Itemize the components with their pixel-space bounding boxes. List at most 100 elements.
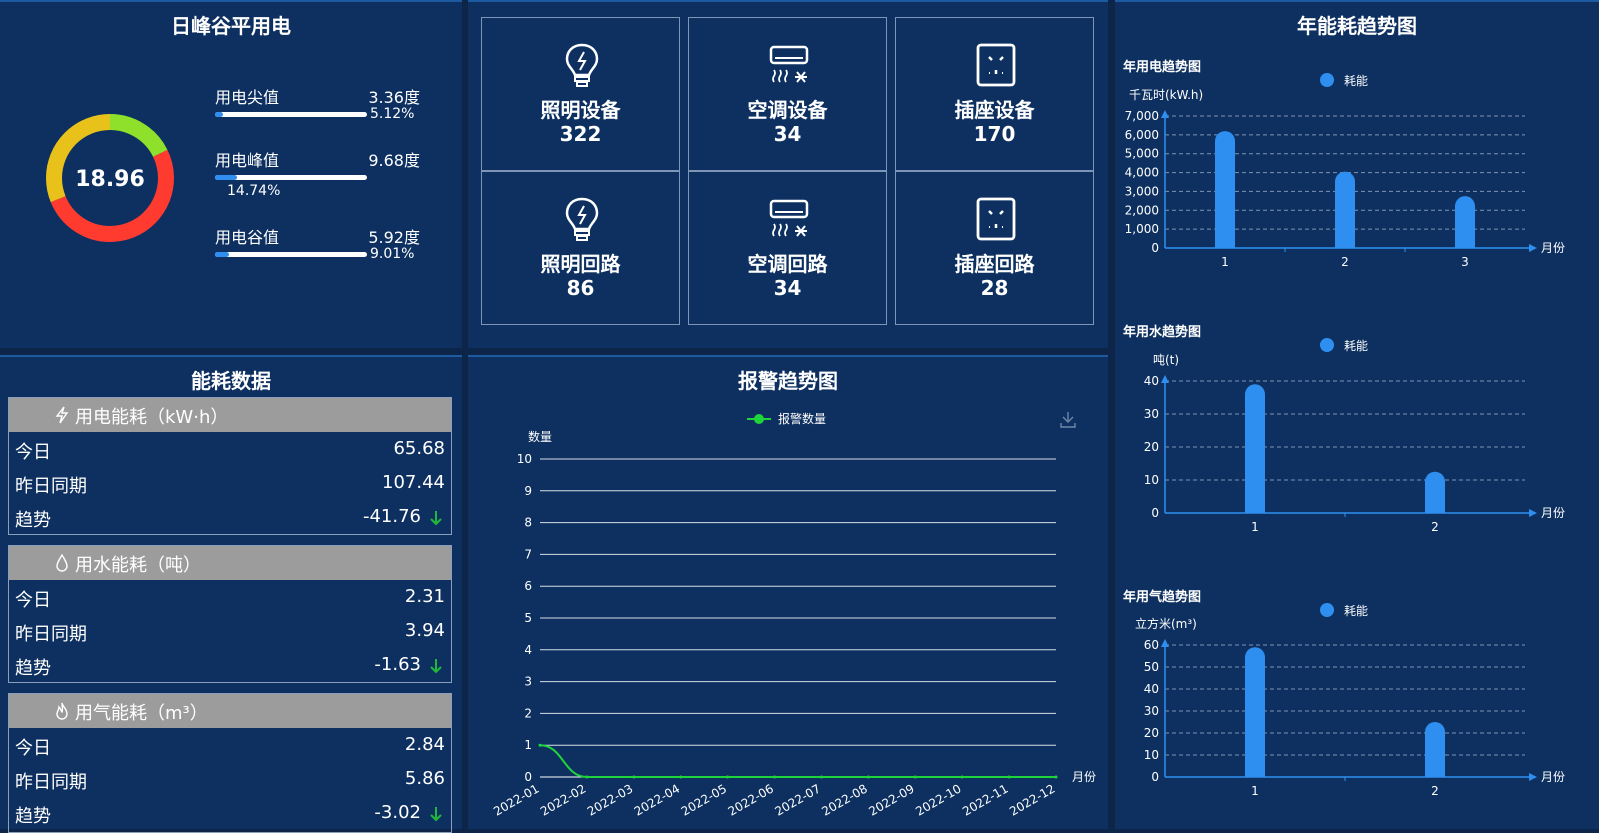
y-tick-label: 2,000 (1125, 203, 1159, 217)
pv-name: 用电尖值 (215, 88, 280, 107)
y-tick-label: 1,000 (1125, 222, 1159, 236)
data-point[interactable] (679, 775, 683, 779)
download-icon[interactable] (1060, 412, 1076, 428)
x-tick-label: 1 (1251, 520, 1259, 534)
electricity-energy-block: 用电能耗（kW·h） 今日 65.68 昨日同期 107.44 趋势 -41.76 (8, 397, 452, 535)
row-label: 趋势 (15, 658, 51, 679)
y-axis-label: 吨(t) (1153, 353, 1179, 367)
y-tick-label: 6 (524, 579, 532, 593)
peak-valley-title: 日峰谷平用电 (171, 14, 291, 38)
legend-marker[interactable] (1320, 338, 1334, 352)
device-panel: 照明设备 322 空调设备 34 插座设备 170 照明回路 86 空调回路 3… (468, 0, 1108, 348)
data-point[interactable] (632, 775, 636, 779)
y-tick-label: 1 (524, 738, 532, 752)
y-tick-label: 10 (1144, 473, 1159, 487)
y-tick-label: 50 (1144, 660, 1159, 674)
x-tick-label: 2022-01 (491, 781, 541, 818)
bar[interactable] (1215, 131, 1235, 248)
legend-marker[interactable] (754, 414, 764, 424)
y-tick-label: 30 (1144, 407, 1159, 421)
energy-row-today: 今日 2.31 (9, 580, 451, 614)
x-tick-label: 1 (1221, 255, 1229, 269)
data-point[interactable] (819, 775, 823, 779)
energy-data-panel: 能耗数据 用电能耗（kW·h） 今日 65.68 昨日同期 107.44 趋势 -41… (0, 355, 462, 833)
legend-marker[interactable] (1320, 603, 1334, 617)
water-header: 用水能耗（吨） (9, 546, 451, 580)
y-tick-label: 2 (524, 706, 532, 720)
device-socket[interactable]: 插座设备 170 (895, 17, 1094, 171)
pv-percent: 9.01% (370, 246, 415, 262)
bar[interactable] (1425, 471, 1445, 513)
device-lighting[interactable]: 照明设备 322 (481, 17, 680, 171)
data-point[interactable] (913, 775, 917, 779)
energy-row-today: 今日 2.84 (9, 728, 451, 762)
data-point[interactable] (866, 775, 870, 779)
pv-value: 5.92度 (368, 228, 420, 247)
pv-progress-track (215, 112, 367, 117)
arrow-down-icon (430, 659, 442, 674)
row-label: 趋势 (15, 806, 51, 827)
x-tick-label: 2022-12 (1007, 781, 1057, 818)
annual-trend-panel: 年能耗趋势图 年用电趋势图 耗能 千瓦时(kW.h) 0 1,000 2,000 3,000… (1115, 0, 1599, 829)
legend-marker[interactable] (1320, 73, 1334, 87)
pv-percent: 14.74% (227, 183, 281, 199)
energy-row-trend: 趋势 -3.02 (9, 796, 451, 830)
x-tick-label: 2022-08 (819, 781, 869, 818)
y-tick-label: 0 (1151, 241, 1159, 255)
y-tick-label: 60 (1144, 638, 1159, 652)
arrow-down-icon (430, 511, 442, 526)
device-socket-circuit[interactable]: 插座回路 28 (895, 171, 1094, 325)
x-axis-arrow (1529, 244, 1537, 252)
data-point[interactable] (1054, 775, 1058, 779)
y-tick-label: 40 (1144, 374, 1159, 388)
y-tick-label: 6,000 (1125, 128, 1159, 142)
device-air-conditioner-circuit[interactable]: 空调回路 34 (688, 171, 887, 325)
x-tick-label: 3 (1461, 255, 1469, 269)
x-tick-label: 2 (1431, 784, 1439, 798)
air-conditioner-icon (769, 199, 809, 237)
y-tick-label: 7 (524, 547, 532, 561)
water-drop-icon (56, 554, 68, 572)
pv-progress-fill (215, 252, 229, 257)
data-point[interactable] (538, 743, 542, 747)
row-value: -1.63 (374, 654, 421, 675)
y-axis-arrow (1161, 110, 1169, 118)
y-axis-arrow (1161, 639, 1169, 647)
y-tick-label: 0 (1151, 506, 1159, 520)
x-tick-label: 2022-04 (632, 781, 682, 818)
device-air-conditioner[interactable]: 空调设备 34 (688, 17, 887, 171)
y-tick-label: 10 (1144, 748, 1159, 762)
lightning-icon (55, 406, 69, 424)
energy-row-yesterday: 昨日同期 107.44 (9, 466, 451, 500)
data-point[interactable] (960, 775, 964, 779)
legend-label: 耗能 (1344, 74, 1368, 88)
bar[interactable] (1425, 722, 1445, 777)
bar[interactable] (1245, 384, 1265, 513)
energy-row-trend: 趋势 -41.76 (9, 500, 451, 534)
row-value: 107.44 (382, 472, 445, 493)
sub-chart-title: 年用气趋势图 (1123, 589, 1201, 605)
data-point[interactable] (585, 775, 589, 779)
data-point[interactable] (1007, 775, 1011, 779)
donut-total: 18.96 (75, 167, 145, 192)
device-lighting-circuit[interactable]: 照明回路 86 (481, 171, 680, 325)
x-tick-label: 2022-02 (538, 781, 588, 818)
lightbulb-icon (565, 43, 599, 87)
pv-progress-fill (215, 112, 223, 117)
panel-top-line (468, 0, 1108, 2)
pv-progress-track (215, 252, 367, 257)
row-label: 趋势 (15, 510, 51, 531)
row-label: 今日 (15, 442, 51, 463)
data-point[interactable] (726, 775, 730, 779)
bar[interactable] (1335, 171, 1355, 248)
x-tick-label: 2022-05 (679, 781, 729, 818)
data-point[interactable] (773, 775, 777, 779)
bar[interactable] (1455, 196, 1475, 248)
air-conditioner-icon (769, 45, 809, 83)
device-count: 28 (980, 276, 1009, 300)
energy-row-trend: 趋势 -1.63 (9, 648, 451, 682)
bar[interactable] (1245, 647, 1265, 777)
energy-row-today: 今日 65.68 (9, 432, 451, 466)
x-axis-arrow (1529, 509, 1537, 517)
y-tick-label: 10 (517, 452, 532, 466)
